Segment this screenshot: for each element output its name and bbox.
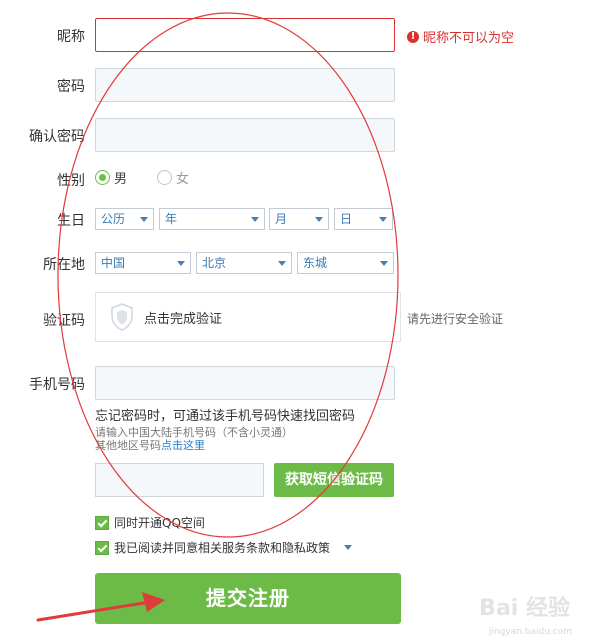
phone-label: 手机号码: [29, 377, 85, 393]
captcha-hint: 请先进行安全验证: [407, 312, 504, 326]
chevron-down-icon: [315, 217, 323, 222]
phone-input[interactable]: [95, 366, 395, 400]
other-region-text: 其他地区号码: [95, 439, 161, 452]
phone-other-region: 其他地区号码点击这里: [95, 439, 293, 452]
chevron-down-icon: [140, 217, 148, 222]
province-value: 北京: [202, 256, 227, 270]
captcha-button[interactable]: 点击完成验证: [95, 292, 401, 342]
phone-sub-note: 请输入中国大陆手机号码（不含小灵通） 其他地区号码点击这里: [95, 426, 293, 452]
captcha-button-text: 点击完成验证: [144, 311, 223, 327]
confirm-password-input[interactable]: [95, 118, 395, 152]
country-select[interactable]: 中国: [95, 252, 191, 274]
gender-female-option[interactable]: 女: [157, 168, 189, 187]
gender-label: 性别: [57, 173, 85, 189]
agree-terms-checkbox[interactable]: [95, 540, 109, 555]
open-qzone-option[interactable]: 同时开通QQ空间: [95, 514, 205, 531]
open-qzone-label: 同时开通QQ空间: [114, 516, 205, 530]
chevron-down-icon: [278, 261, 286, 266]
birthday-label: 生日: [57, 213, 85, 229]
district-select[interactable]: 东城: [297, 252, 394, 274]
gender-male-option[interactable]: 男: [95, 168, 127, 187]
submit-register-button[interactable]: 提交注册: [95, 573, 401, 624]
chevron-down-icon: [177, 261, 185, 266]
password-label: 密码: [57, 79, 85, 95]
error-icon: !: [407, 30, 419, 43]
shield-icon: [111, 303, 133, 331]
nickname-label: 昵称: [57, 29, 85, 45]
district-value: 东城: [303, 256, 328, 270]
radio-male[interactable]: [95, 170, 110, 185]
click-here-link[interactable]: 点击这里: [161, 439, 205, 452]
phone-mainland-hint: 请输入中国大陆手机号码（不含小灵通）: [95, 426, 293, 439]
radio-female[interactable]: [157, 170, 172, 185]
open-qzone-checkbox[interactable]: [95, 515, 109, 530]
captcha-label: 验证码: [43, 313, 85, 329]
watermark-url: jingyan.baidu.com: [488, 627, 572, 637]
month-select[interactable]: 月: [269, 208, 329, 230]
nickname-error: ! 昵称不可以为空: [407, 27, 514, 46]
day-select[interactable]: 日: [334, 208, 393, 230]
country-value: 中国: [101, 256, 126, 270]
gender-male-text: 男: [114, 172, 128, 187]
sms-code-input[interactable]: [95, 463, 264, 497]
nickname-error-text: 昵称不可以为空: [423, 31, 515, 46]
gender-female-text: 女: [176, 172, 190, 187]
chevron-down-icon: [380, 261, 388, 266]
calendar-value: 公历: [101, 212, 126, 226]
watermark-logo: Bai 经验: [479, 596, 570, 621]
year-value: 年: [165, 212, 178, 226]
agree-terms-label: 我已阅读并同意相关服务条款和隐私政策: [114, 541, 331, 555]
location-label: 所在地: [43, 257, 85, 273]
phone-note: 忘记密码时，可通过该手机号码快速找回密码: [95, 409, 356, 424]
get-sms-code-button[interactable]: 获取短信验证码: [274, 463, 394, 497]
nickname-input[interactable]: [95, 18, 395, 52]
chevron-down-icon: [251, 217, 259, 222]
chevron-down-icon: [379, 217, 387, 222]
day-value: 日: [340, 212, 353, 226]
chevron-down-icon[interactable]: [344, 545, 353, 550]
calendar-select[interactable]: 公历: [95, 208, 154, 230]
province-select[interactable]: 北京: [196, 252, 292, 274]
year-select[interactable]: 年: [159, 208, 265, 230]
confirm-password-label: 确认密码: [29, 129, 85, 145]
agree-terms-option[interactable]: 我已阅读并同意相关服务条款和隐私政策: [95, 539, 353, 556]
month-value: 月: [275, 212, 288, 226]
password-input[interactable]: [95, 68, 395, 102]
